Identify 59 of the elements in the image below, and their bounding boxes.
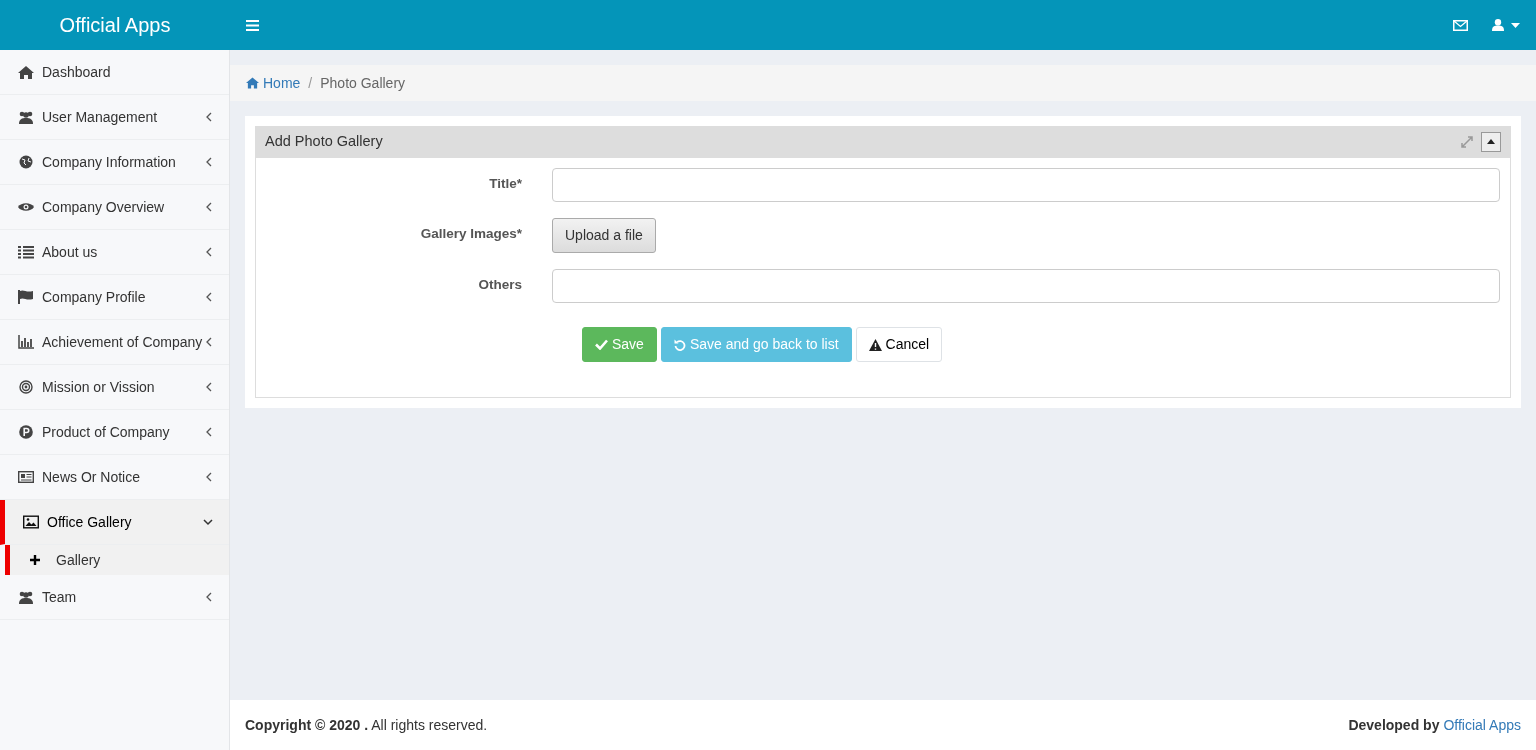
developed-by-text: Developed by [1348, 715, 1440, 735]
copyright-text: Copyright © 2020 . All rights reserved. [245, 715, 488, 735]
breadcrumb-separator: / [308, 73, 313, 93]
chevron-left-icon [205, 337, 213, 347]
chevron-left-icon [205, 202, 213, 212]
bar-chart-icon [18, 335, 34, 349]
home-icon [18, 65, 34, 79]
breadcrumb-current: Photo Gallery [320, 73, 406, 93]
chevron-left-icon [205, 292, 213, 302]
field-label: Gallery Images* [419, 225, 523, 243]
sidebar-item[interactable]: About us [0, 230, 229, 275]
check-icon [595, 339, 608, 350]
sidebar-item[interactable]: Company Overview [0, 185, 229, 230]
mail-icon[interactable] [1453, 19, 1468, 31]
chevron-left-icon [205, 592, 213, 602]
chevron-left-icon [205, 382, 213, 392]
breadcrumb-link[interactable]: Home [246, 72, 301, 94]
sidebar-item[interactable]: Office Gallery [0, 500, 229, 545]
sidebar-item[interactable]: Achievement of Company [0, 320, 229, 365]
newspaper-icon [18, 470, 34, 484]
text-input[interactable] [552, 168, 1500, 202]
p-circle-icon [18, 425, 34, 439]
plus-icon [30, 555, 40, 565]
text-input[interactable] [552, 269, 1500, 303]
user-dropdown-icon[interactable] [1492, 19, 1520, 31]
chevron-left-icon [205, 247, 213, 257]
panel-title: Add Photo Gallery [265, 132, 383, 152]
undo-icon [673, 338, 686, 351]
chevron-left-icon [205, 472, 213, 482]
sidebar-item[interactable]: Team [0, 575, 229, 620]
warning-icon [868, 338, 882, 351]
sidebar-item[interactable]: Dashboard [0, 50, 229, 95]
list-icon [18, 245, 34, 259]
field-label: Title* [488, 175, 523, 193]
sidebar-item[interactable]: User Management [0, 95, 229, 140]
expand-icon[interactable] [1461, 136, 1473, 148]
app-brand[interactable]: Official Apps [0, 0, 230, 50]
chevron-down-icon [203, 518, 213, 526]
developer-link[interactable]: Official Apps [1443, 714, 1521, 736]
image-icon [23, 515, 39, 529]
sidebar-item[interactable]: Company Profile [0, 275, 229, 320]
menu-icon[interactable] [246, 19, 259, 31]
sidebar-item[interactable]: Product of Company [0, 410, 229, 455]
users-icon [18, 110, 34, 124]
sidebar-item[interactable]: Company Information [0, 140, 229, 185]
cancel-button[interactable]: Cancel [855, 327, 943, 362]
field-label: Others [477, 276, 523, 294]
flag-icon [18, 290, 34, 304]
home-icon [246, 77, 259, 89]
eye-icon [18, 200, 34, 214]
chevron-left-icon [205, 112, 213, 122]
sidebar-subitem[interactable]: Gallery [5, 545, 229, 575]
chevron-left-icon [205, 157, 213, 167]
chevron-left-icon [205, 427, 213, 437]
collapse-icon[interactable] [1481, 132, 1501, 152]
users-icon [18, 590, 34, 604]
upload-button[interactable]: Upload a file [552, 218, 656, 253]
target-icon [18, 380, 34, 394]
sidebar-item[interactable]: Mission or Vission [0, 365, 229, 410]
